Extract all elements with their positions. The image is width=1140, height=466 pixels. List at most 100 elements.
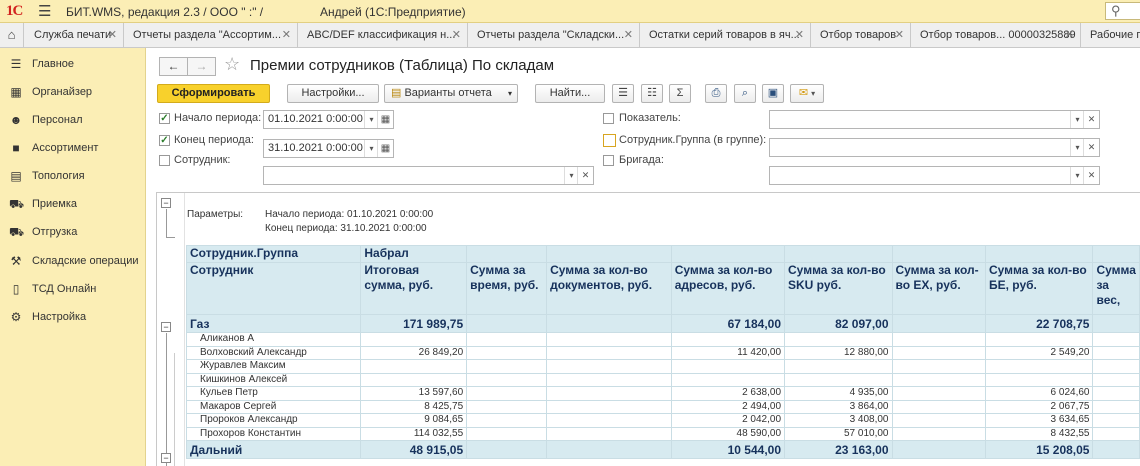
preview-icon[interactable]: ⌕ — [734, 84, 756, 103]
close-icon[interactable]: ✕ — [452, 23, 461, 47]
send-mail-icon[interactable]: ✉ ▾ — [790, 84, 824, 103]
collapse-group-icon[interactable]: − — [161, 453, 171, 463]
cell — [466, 399, 548, 414]
sidebar-item-label: Главное — [32, 58, 75, 70]
group-line — [174, 353, 175, 466]
table-row[interactable]: Прохоров Константин 114 032,55 48 590,00… — [185, 426, 1140, 441]
employee-group-checkbox[interactable] — [603, 134, 616, 147]
sidebar-item-shipping[interactable]: ⛟ Отгрузка — [0, 222, 146, 244]
tab-assortment-reports[interactable]: Отчеты раздела "Ассортим... ✕ — [124, 23, 298, 47]
dropdown-arrow-icon[interactable]: ▾ — [564, 167, 578, 184]
clear-icon[interactable]: ✕ — [577, 167, 593, 184]
dropdown-arrow-icon[interactable]: ▾ — [364, 111, 378, 128]
table-row[interactable]: Пророков Александр 9 084,65 2 042,00 3 4… — [185, 413, 1140, 428]
brigade-checkbox[interactable] — [603, 155, 614, 166]
group-expand-icon[interactable]: ☷ — [641, 84, 663, 103]
employee-field[interactable]: ▾ ✕ — [263, 166, 594, 185]
period-start-label: Начало периода: — [174, 112, 262, 124]
period-start-field[interactable]: 01.10.2021 0:00:00 ▾ ▦ — [263, 110, 394, 129]
report-variants-button[interactable]: ▤ Варианты отчета ▾ — [384, 84, 518, 103]
brigade-field[interactable]: ▾ ✕ — [769, 166, 1100, 185]
tab-warehouse-reports[interactable]: Отчеты раздела "Складски... ✕ — [468, 23, 640, 47]
favorite-star-icon[interactable]: ☆ — [224, 54, 240, 75]
table-row[interactable]: Кишкинов Алексей — [185, 372, 1140, 387]
back-button[interactable]: ← — [159, 57, 188, 76]
print-icon[interactable]: ⎙ — [705, 84, 727, 103]
close-icon[interactable]: ✕ — [1065, 23, 1074, 47]
sidebar-item-organizer[interactable]: ▦ Органайзер — [0, 82, 146, 104]
close-icon[interactable]: ✕ — [624, 23, 633, 47]
group-row[interactable]: Дальний 48 915,05 10 544,00 23 163,00 15… — [185, 440, 1140, 459]
sidebar-item-topology[interactable]: ▤ Топология — [0, 166, 146, 188]
tab-label: Остатки серий товаров в яч... — [649, 29, 800, 41]
main-menu-icon[interactable]: ☰ — [38, 2, 51, 20]
dropdown-arrow-icon[interactable]: ▾ — [364, 140, 378, 157]
collapse-params-icon[interactable]: − — [161, 198, 171, 208]
indicator-field[interactable]: ▾ ✕ — [769, 110, 1100, 129]
employee-group-field[interactable]: ▾ ✕ — [769, 138, 1100, 157]
clear-icon[interactable]: ✕ — [1083, 167, 1099, 184]
sidebar-item-warehouse-ops[interactable]: ⚒ Складские операции — [0, 251, 146, 273]
sidebar-item-personnel[interactable]: ☻ Персонал — [0, 110, 146, 132]
sidebar-item-settings[interactable]: ⚙ Настройка — [0, 307, 146, 329]
report-spreadsheet[interactable]: − − Параметры: Начало периода: 01.10.202… — [156, 192, 1140, 466]
global-search-input[interactable]: ⚲ — [1105, 2, 1140, 20]
tab-series-balances[interactable]: Остатки серий товаров в яч... ✕ — [640, 23, 811, 47]
tab-print-service[interactable]: Служба печати ✕ — [25, 23, 124, 47]
tab-workplaces[interactable]: Рабочие п — [1081, 23, 1140, 47]
params-label: Параметры: — [187, 209, 244, 220]
sidebar-item-assortment[interactable]: ■ Ассортимент — [0, 138, 146, 160]
sidebar-item-label: Топология — [32, 170, 85, 182]
settings-button[interactable]: Настройки... — [287, 84, 379, 103]
group-collapse-icon[interactable]: ☰ — [612, 84, 634, 103]
period-end-value: 31.10.2021 0:00:00 — [268, 142, 363, 154]
period-end-field[interactable]: 31.10.2021 0:00:00 ▾ ▦ — [263, 139, 394, 158]
close-icon[interactable]: ✕ — [282, 23, 291, 47]
dropdown-arrow-icon[interactable]: ▾ — [1070, 111, 1084, 128]
sidebar-item-label: Отгрузка — [32, 226, 78, 238]
sum-icon[interactable]: Σ — [669, 84, 691, 103]
close-icon[interactable]: ✕ — [895, 23, 904, 47]
sidebar-item-main[interactable]: ☰ Главное — [0, 54, 146, 76]
close-icon[interactable]: ✕ — [108, 23, 117, 47]
calendar-icon[interactable]: ▦ — [377, 111, 393, 128]
cell — [891, 413, 986, 428]
clear-icon[interactable]: ✕ — [1083, 139, 1099, 156]
sidebar-item-receiving[interactable]: ⛟ Приемка — [0, 194, 146, 216]
find-button[interactable]: Найти... — [535, 84, 605, 103]
table-row[interactable]: Макаров Сергей 8 425,75 2 494,00 3 864,0… — [185, 399, 1140, 414]
table-row[interactable]: Волховский Александр 26 849,20 11 420,00… — [185, 345, 1140, 360]
tab-goods-selection[interactable]: Отбор товаров ✕ — [811, 23, 911, 47]
collapse-group-icon[interactable]: − — [161, 322, 171, 332]
home-icon[interactable]: ⌂ — [0, 23, 24, 47]
dropdown-arrow-icon[interactable]: ▾ — [1070, 167, 1084, 184]
cell — [1092, 332, 1140, 347]
clear-icon[interactable]: ✕ — [1083, 111, 1099, 128]
employee-checkbox[interactable] — [159, 155, 170, 166]
employee-name: Макаров Сергей — [185, 399, 362, 414]
save-icon[interactable]: ▣ — [762, 84, 784, 103]
cell — [546, 359, 672, 374]
cell — [546, 386, 672, 401]
period-end-checkbox[interactable]: ✓ — [159, 135, 170, 146]
dropdown-arrow-icon[interactable]: ▾ — [1070, 139, 1084, 156]
employee-name: Журавлев Максим — [185, 359, 362, 374]
indicator-checkbox[interactable] — [603, 113, 614, 124]
variants-label: Варианты отчета — [404, 87, 492, 99]
cell: 15 208,05 — [984, 440, 1094, 459]
generate-button[interactable]: Сформировать — [157, 84, 270, 103]
period-start-checkbox[interactable]: ✓ — [159, 113, 170, 124]
tab-abc-def[interactable]: ABC/DEF классификация н... ✕ — [298, 23, 468, 47]
calendar-icon[interactable]: ▦ — [377, 140, 393, 157]
column-header: Сумма за кол-во БЕ, руб. — [984, 262, 1094, 315]
group-row[interactable]: Газ 171 989,75 67 184,00 82 097,00 22 70… — [185, 314, 1140, 333]
close-icon[interactable]: ✕ — [795, 23, 804, 47]
table-row[interactable]: Аликанов А — [185, 332, 1140, 347]
tab-goods-selection-doc[interactable]: Отбор товаров... 00000325889 ✕ — [911, 23, 1081, 47]
table-row[interactable]: Журавлев Максим — [185, 359, 1140, 374]
forward-button[interactable]: → — [187, 57, 216, 76]
sidebar-item-label: Персонал — [32, 114, 83, 126]
table-row[interactable]: Кульев Петр 13 597,60 2 638,00 4 935,00 … — [185, 386, 1140, 401]
sidebar-item-tsd-online[interactable]: ▯ ТСД Онлайн — [0, 279, 146, 301]
cell — [891, 386, 986, 401]
